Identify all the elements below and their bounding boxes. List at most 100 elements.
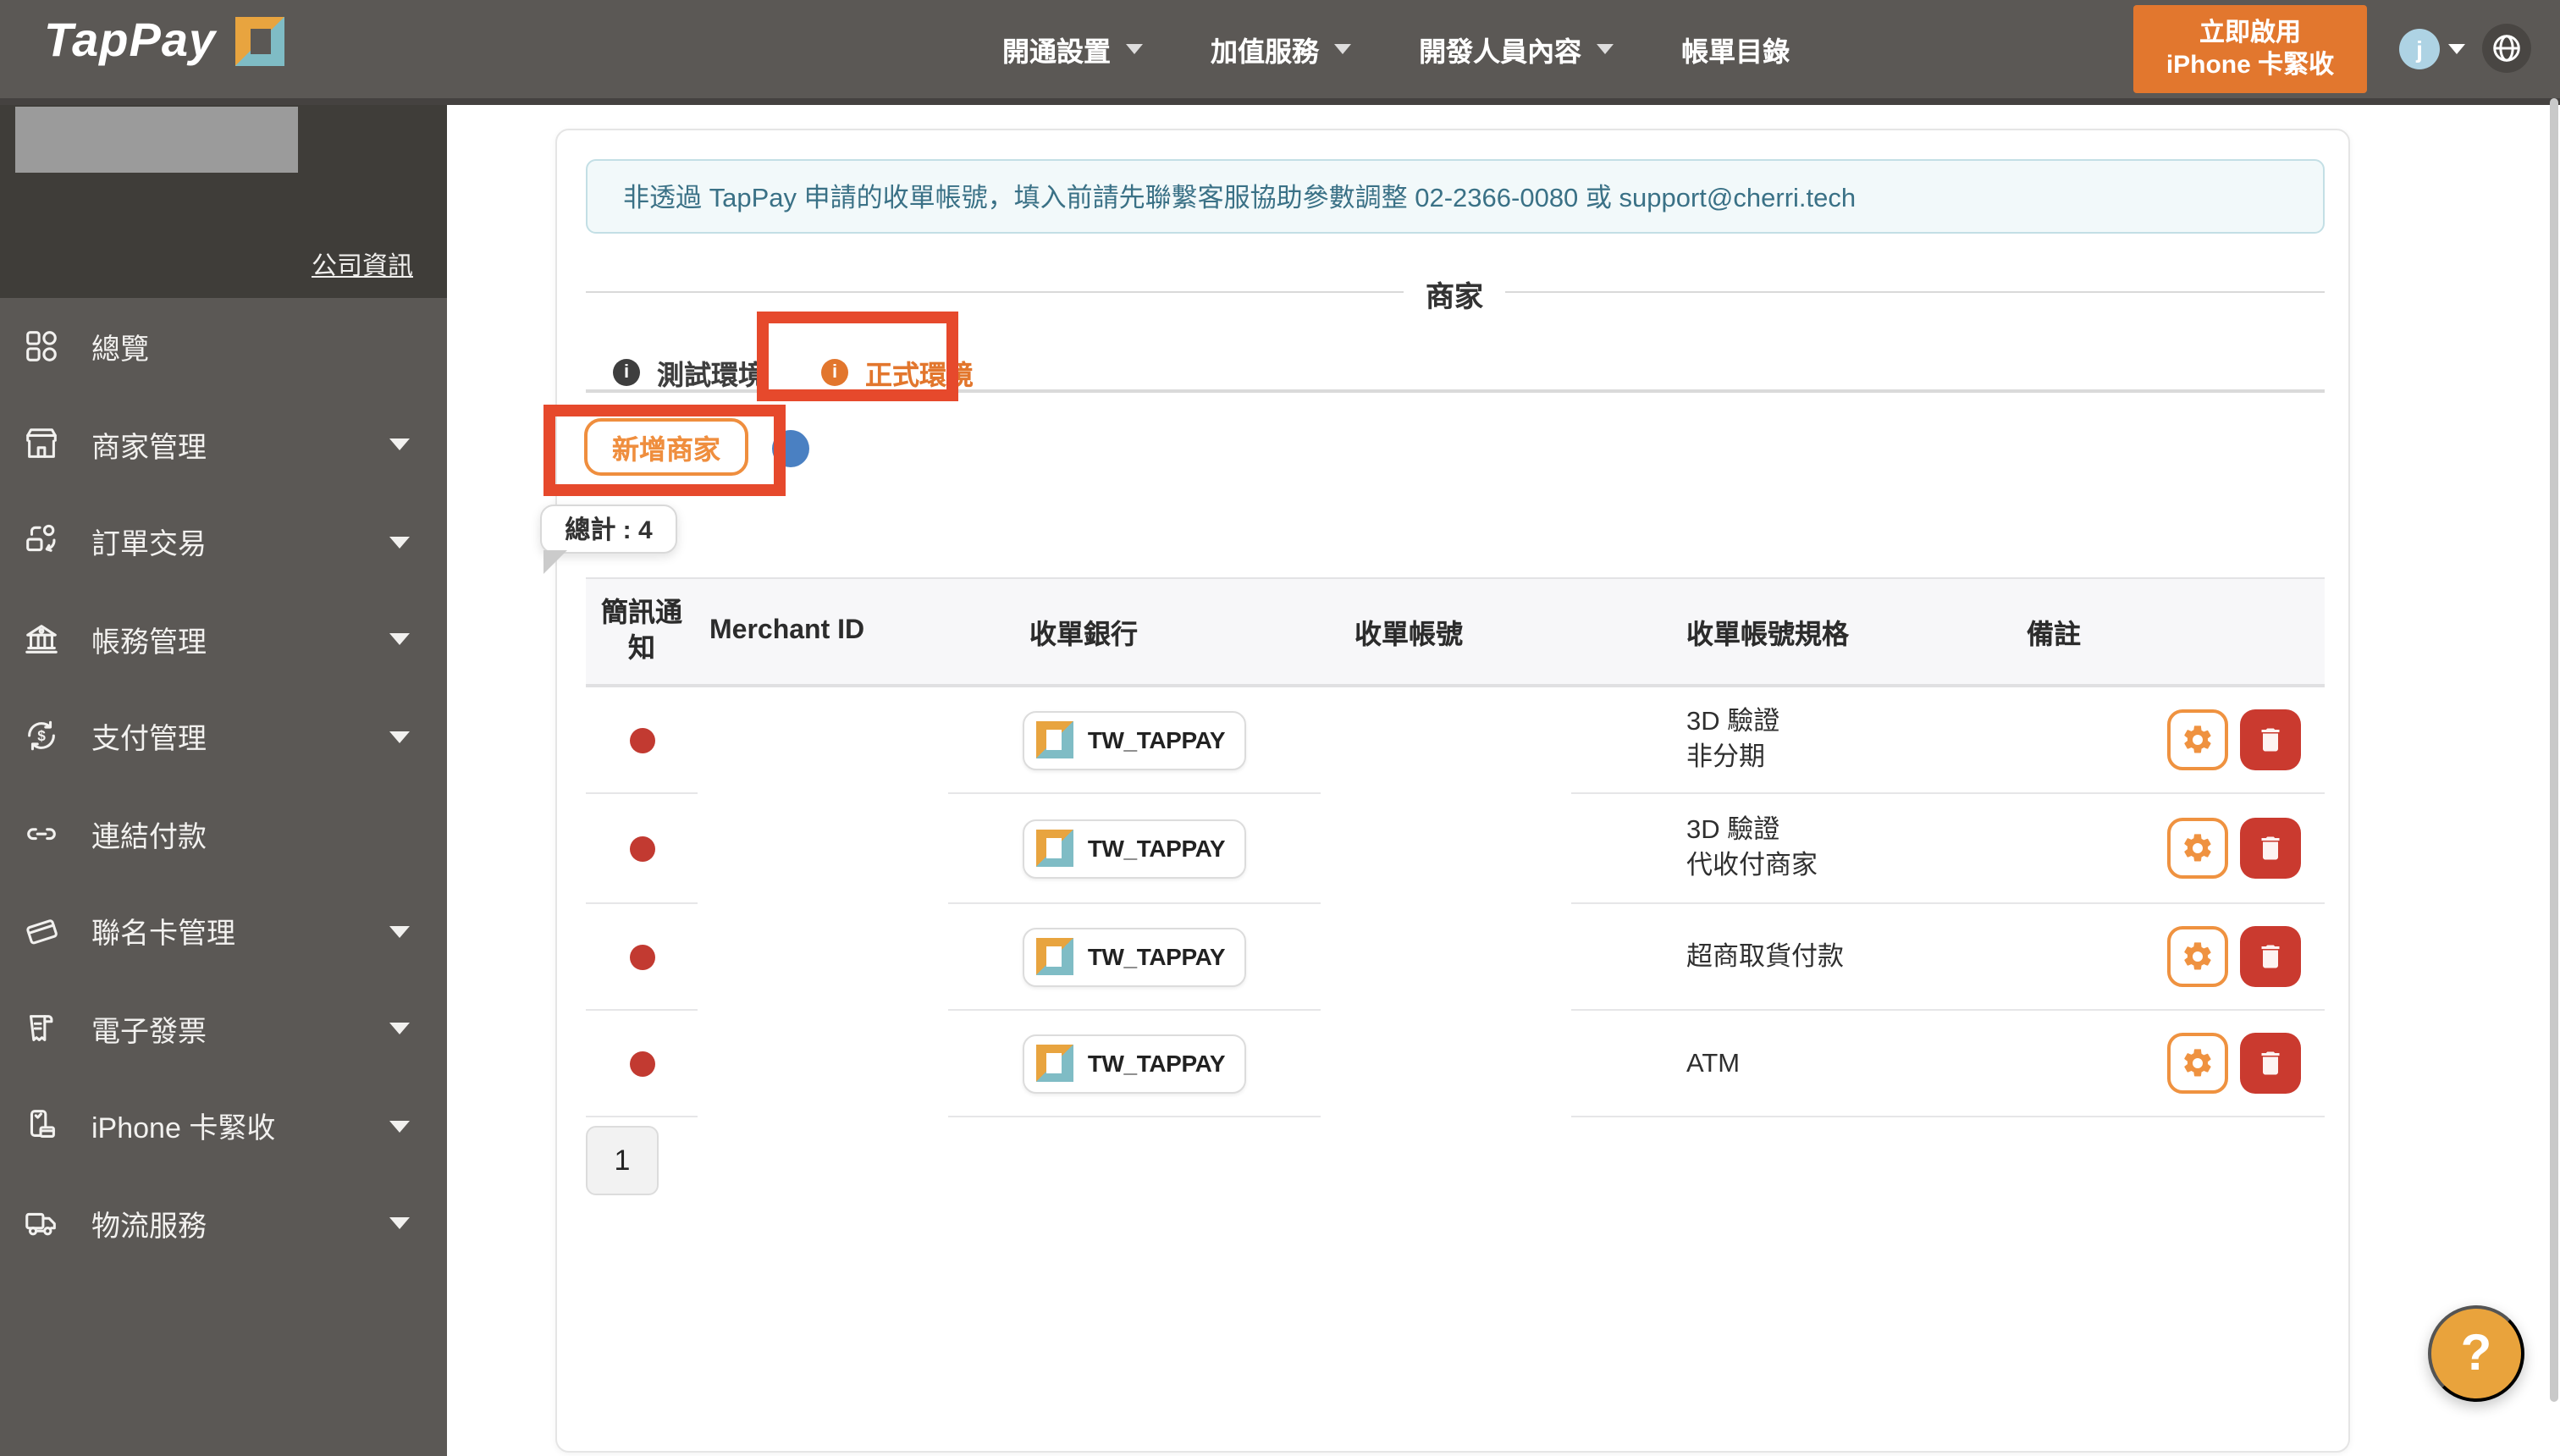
activate-iphone-tap-to-pay-button[interactable]: 立即啟用 iPhone 卡緊收: [2133, 5, 2367, 93]
menu-activation-settings[interactable]: 開通設置: [1002, 29, 1144, 69]
storefront-icon: [26, 427, 57, 458]
company-info-link[interactable]: 公司資訊: [312, 247, 413, 283]
cta-line1: 立即啟用: [2199, 19, 2301, 47]
sidebar-item-label: 連結付款: [91, 820, 207, 853]
merchant-id-cell: [698, 794, 948, 904]
sidebar-item-link-payment[interactable]: 連結付款: [0, 785, 447, 882]
acquirer-notice-banner: 非透過 TapPay 申請的收單帳號，填入前請先聯繫客服協助參數調整 02-23…: [586, 159, 2325, 234]
bank-cell: TW_TAPPAY: [948, 904, 1321, 1011]
menu-developer-content[interactable]: 開發人員內容: [1419, 29, 1614, 69]
settings-button[interactable]: [2167, 709, 2228, 770]
settings-button[interactable]: [2167, 1033, 2228, 1094]
bank-cell: TW_TAPPAY: [948, 794, 1321, 904]
sms-status-dot: [629, 727, 654, 753]
bank-icon: [25, 624, 58, 654]
avatar-letter: j: [2416, 36, 2423, 63]
tappay-logo-text: TapPay: [44, 14, 217, 66]
tappay-logo[interactable]: TapPay: [44, 14, 284, 68]
sidebar-item-merchant-management[interactable]: 商家管理: [0, 395, 447, 493]
overview-grid-icon: [26, 331, 57, 362]
user-avatar[interactable]: j: [2399, 29, 2440, 69]
tab-test-environment[interactable]: i 測試環境: [613, 352, 765, 393]
link-icon: [27, 827, 56, 840]
sidebar-item-label: 商家管理: [91, 431, 207, 464]
chevron-down-icon: [1126, 44, 1144, 54]
globe-icon: [2493, 35, 2520, 62]
settings-button[interactable]: [2167, 926, 2228, 987]
settings-button[interactable]: [2167, 818, 2228, 879]
menu-billing-directory[interactable]: 帳單目錄: [1681, 29, 1790, 69]
merchant-settings-card: 非透過 TapPay 申請的收單帳號，填入前請先聯繫客服協助參數調整 02-23…: [540, 129, 2350, 1453]
menu-label: 帳單目錄: [1681, 39, 1790, 68]
delete-button[interactable]: [2240, 709, 2301, 770]
sidebar-item-label: 總覽: [91, 334, 149, 367]
bank-cell: TW_TAPPAY: [948, 1011, 1321, 1117]
table-row: TW_TAPPAY 3D 驗證 非分期: [586, 687, 2325, 794]
merchant-table: 簡訊通知 Merchant ID 收單銀行 收單帳號 收單帳號規格 備註 TW_…: [586, 577, 2325, 1117]
menu-label: 開發人員內容: [1419, 39, 1582, 68]
sms-status-dot: [629, 1051, 654, 1076]
language-globe-button[interactable]: [2482, 24, 2531, 73]
top-navbar: TapPay 開通設置 加值服務 開發人員內容 帳單目錄 立即啟用 iPhone…: [0, 0, 2560, 105]
account-spec: 3D 驗證 非分期: [1686, 708, 1780, 772]
sidebar-item-logistics[interactable]: 物流服務: [0, 1174, 447, 1271]
chevron-down-icon: [389, 925, 410, 938]
sidebar-item-label: 帳務管理: [91, 626, 207, 659]
bank-badge-label: TW_TAPPAY: [1087, 943, 1226, 970]
table-header-row: 簡訊通知 Merchant ID 收單銀行 收單帳號 收單帳號規格 備註: [586, 577, 2325, 687]
svg-text:$: $: [37, 728, 46, 745]
delete-button[interactable]: [2240, 1033, 2301, 1094]
merchant-id-cell: [698, 1011, 948, 1117]
chevron-down-icon: [1597, 44, 1614, 54]
cobrand-card-icon: [26, 919, 58, 945]
bank-badge: TW_TAPPAY: [1023, 927, 1246, 986]
sidebar-item-payment-management[interactable]: $ 支付管理: [0, 687, 447, 785]
tappay-mark-icon: [1036, 830, 1074, 867]
chevron-down-icon: [389, 438, 410, 451]
vertical-scrollbar[interactable]: [2550, 98, 2558, 1402]
payment-cycle-icon: $: [28, 721, 55, 751]
column-header-account-spec: 收單帳號規格: [1686, 621, 1850, 650]
tappay-mark-icon: [1036, 1045, 1074, 1082]
gear-icon: [2184, 942, 2211, 970]
trash-icon: [2261, 728, 2280, 752]
trash-icon: [2261, 1051, 2280, 1075]
table-row: TW_TAPPAY ATM: [586, 1011, 2325, 1117]
menu-label: 加值服務: [1211, 39, 1320, 68]
sidebar-item-label: 聯名卡管理: [91, 918, 235, 951]
account-cell: [1321, 794, 1571, 904]
account-cell: [1321, 1011, 1571, 1117]
help-button[interactable]: ?: [2428, 1305, 2524, 1402]
chevron-down-icon: [389, 1217, 410, 1230]
sidebar-item-cobrand-card-management[interactable]: 聯名卡管理: [0, 882, 447, 979]
order-sync-icon: [26, 525, 56, 553]
sidebar-item-iphone-tap-to-pay[interactable]: iPhone 卡緊收: [0, 1077, 447, 1174]
delete-button[interactable]: [2240, 926, 2301, 987]
top-menu: 開通設置 加值服務 開發人員內容 帳單目錄: [1002, 0, 1790, 98]
chevron-down-icon: [389, 536, 410, 549]
tab-label: 測試環境: [657, 362, 766, 391]
sidebar-item-account-management[interactable]: 帳務管理: [0, 590, 447, 687]
sidebar-company-panel: 公司資訊: [0, 105, 447, 298]
sidebar-item-label: 支付管理: [91, 723, 207, 756]
section-title: 商家: [1404, 273, 1505, 315]
cta-line2: iPhone 卡緊收: [2166, 51, 2335, 80]
banner-text: 非透過 TapPay 申請的收單帳號，填入前請先聯繫客服協助參數調整 02-23…: [623, 185, 1857, 213]
sidebar: 公司資訊 總覽 商家管理 訂單交易 帳務管理 $ 支付管理 連結付款 聯名卡管理…: [0, 105, 447, 1456]
sidebar-item-e-invoice[interactable]: 電子發票: [0, 979, 447, 1077]
sidebar-item-overview[interactable]: 總覽: [0, 298, 447, 395]
row-actions: [1991, 687, 2325, 794]
menu-value-added-services[interactable]: 加值服務: [1211, 29, 1352, 69]
sidebar-item-order-transactions[interactable]: 訂單交易: [0, 493, 447, 590]
account-cell: [1321, 904, 1571, 1011]
sidebar-item-label: 訂單交易: [91, 528, 207, 561]
delete-button[interactable]: [2240, 818, 2301, 879]
pagination-page-1-button[interactable]: 1: [586, 1126, 659, 1195]
tooltip-arrow: [543, 550, 567, 574]
column-header-remarks: 備註: [2027, 621, 2082, 650]
column-header-acquiring-account: 收單帳號: [1354, 621, 1464, 650]
total-count-tooltip: 總計 : 4: [540, 505, 677, 554]
trash-icon: [2261, 945, 2280, 968]
avatar-chevron-down-icon[interactable]: [2448, 44, 2465, 54]
chevron-down-icon: [1334, 44, 1352, 54]
